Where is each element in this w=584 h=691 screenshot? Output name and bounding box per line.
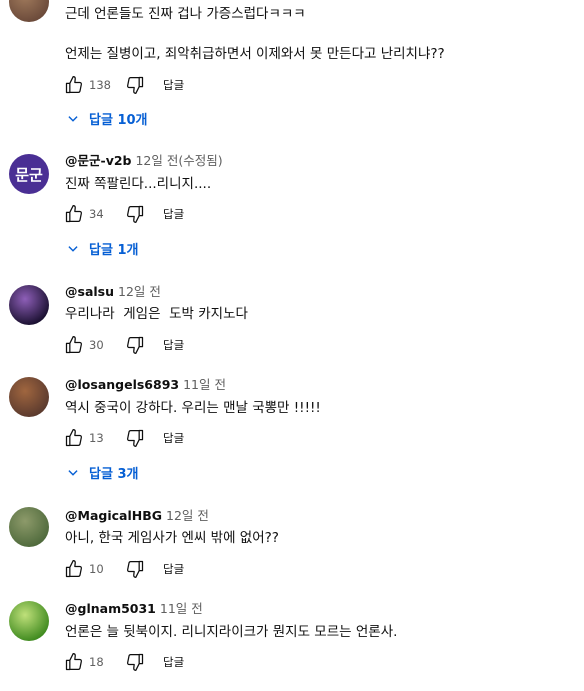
author-name[interactable]: @MagicalHBG [65, 508, 162, 523]
comment-header: @glnam5031 11일 전 [65, 601, 203, 617]
chevron-down-icon [68, 115, 78, 122]
comment-time[interactable]: 12일 전 [166, 508, 209, 523]
replies-count: 답글 1개 [89, 243, 139, 258]
author-name[interactable]: @glnam5031 [65, 601, 156, 616]
comment-time[interactable]: 12일 전(수정됨) [135, 153, 222, 168]
reply-button[interactable]: 답글 [163, 654, 184, 670]
thumb-up-icon [65, 76, 82, 94]
reply-button[interactable]: 답글 [163, 206, 184, 222]
chevron-down-icon [68, 245, 78, 252]
reply-button[interactable]: 답글 [163, 561, 184, 577]
thumb-down-icon [127, 560, 144, 578]
avatar[interactable] [9, 507, 49, 547]
dislike-button[interactable] [123, 557, 147, 581]
like-button[interactable] [62, 557, 86, 581]
comment-text: 아니, 한국 게임사가 엔씨 밖에 없어?? [65, 530, 279, 546]
like-button[interactable] [62, 333, 86, 357]
replies-count: 답글 10개 [89, 113, 148, 128]
thumb-up-icon [65, 205, 82, 223]
dislike-button[interactable] [123, 426, 147, 450]
thumb-up-icon [65, 429, 82, 447]
like-count: 13 [89, 431, 104, 445]
like-button[interactable] [62, 202, 86, 226]
comment-header: @losangels6893 11일 전 [65, 377, 226, 393]
dislike-button[interactable] [123, 73, 147, 97]
comment-time[interactable]: 11일 전 [183, 377, 226, 392]
thumb-up-icon [65, 560, 82, 578]
like-button[interactable] [62, 650, 86, 674]
comment-time[interactable]: 12일 전 [118, 284, 161, 299]
dislike-button[interactable] [123, 202, 147, 226]
chevron-down-icon [68, 469, 78, 476]
like-button[interactable] [62, 426, 86, 450]
comment-text: 우리나라 게임은 도박 카지노다 [65, 306, 248, 322]
comment-actions: 10 답글 [62, 557, 184, 581]
like-count: 10 [89, 562, 104, 576]
comment-actions: 18 답글 [62, 650, 184, 674]
comment-header: @MagicalHBG 12일 전 [65, 508, 209, 524]
avatar[interactable] [9, 285, 49, 325]
replies-toggle[interactable]: 답글 10개 [66, 109, 148, 128]
comment-actions: 30 답글 [62, 333, 184, 357]
comment-time[interactable]: 11일 전 [160, 601, 203, 616]
comment-actions: 138 답글 [62, 73, 184, 97]
comment-text: 근데 언론들도 진짜 겁나 가증스럽다ㅋㅋㅋ 언제는 질병이고, 죄악취급하면서… [65, 6, 445, 62]
avatar-initials: 문군 [15, 165, 43, 184]
avatar[interactable] [9, 601, 49, 641]
thumb-down-icon [127, 429, 144, 447]
author-name[interactable]: @losangels6893 [65, 377, 179, 392]
like-count: 34 [89, 207, 104, 221]
thumb-up-icon [65, 653, 82, 671]
replies-count: 답글 3개 [89, 467, 139, 482]
comment-header: @salsu 12일 전 [65, 284, 161, 300]
thumb-down-icon [127, 76, 144, 94]
thumb-up-icon [65, 336, 82, 354]
avatar[interactable]: 문군 [9, 154, 49, 194]
comment-text: 진짜 쪽팔린다...리니지.... [65, 176, 212, 192]
dislike-button[interactable] [123, 650, 147, 674]
like-count: 30 [89, 338, 104, 352]
author-name[interactable]: @문군-v2b [65, 153, 131, 168]
comment-text: 언론은 늘 뒷북이지. 리니지라이크가 뭔지도 모르는 언론사. [65, 624, 398, 640]
avatar[interactable] [9, 0, 49, 22]
like-count: 18 [89, 655, 104, 669]
dislike-button[interactable] [123, 333, 147, 357]
author-name[interactable]: @salsu [65, 284, 114, 299]
replies-toggle[interactable]: 답글 1개 [66, 239, 138, 258]
comment-actions: 13 답글 [62, 426, 184, 450]
thumb-down-icon [127, 205, 144, 223]
like-button[interactable] [62, 73, 86, 97]
replies-toggle[interactable]: 답글 3개 [66, 463, 138, 482]
thumb-down-icon [127, 336, 144, 354]
reply-button[interactable]: 답글 [163, 430, 184, 446]
reply-button[interactable]: 답글 [163, 337, 184, 353]
reply-button[interactable]: 답글 [163, 77, 184, 93]
avatar[interactable] [9, 377, 49, 417]
comment-header: @문군-v2b 12일 전(수정됨) [65, 153, 223, 169]
like-count: 138 [89, 78, 111, 92]
comment-actions: 34 답글 [62, 202, 184, 226]
thumb-down-icon [127, 653, 144, 671]
comment-text: 역시 중국이 강하다. 우리는 맨날 국뽕만 !!!!! [65, 400, 321, 416]
